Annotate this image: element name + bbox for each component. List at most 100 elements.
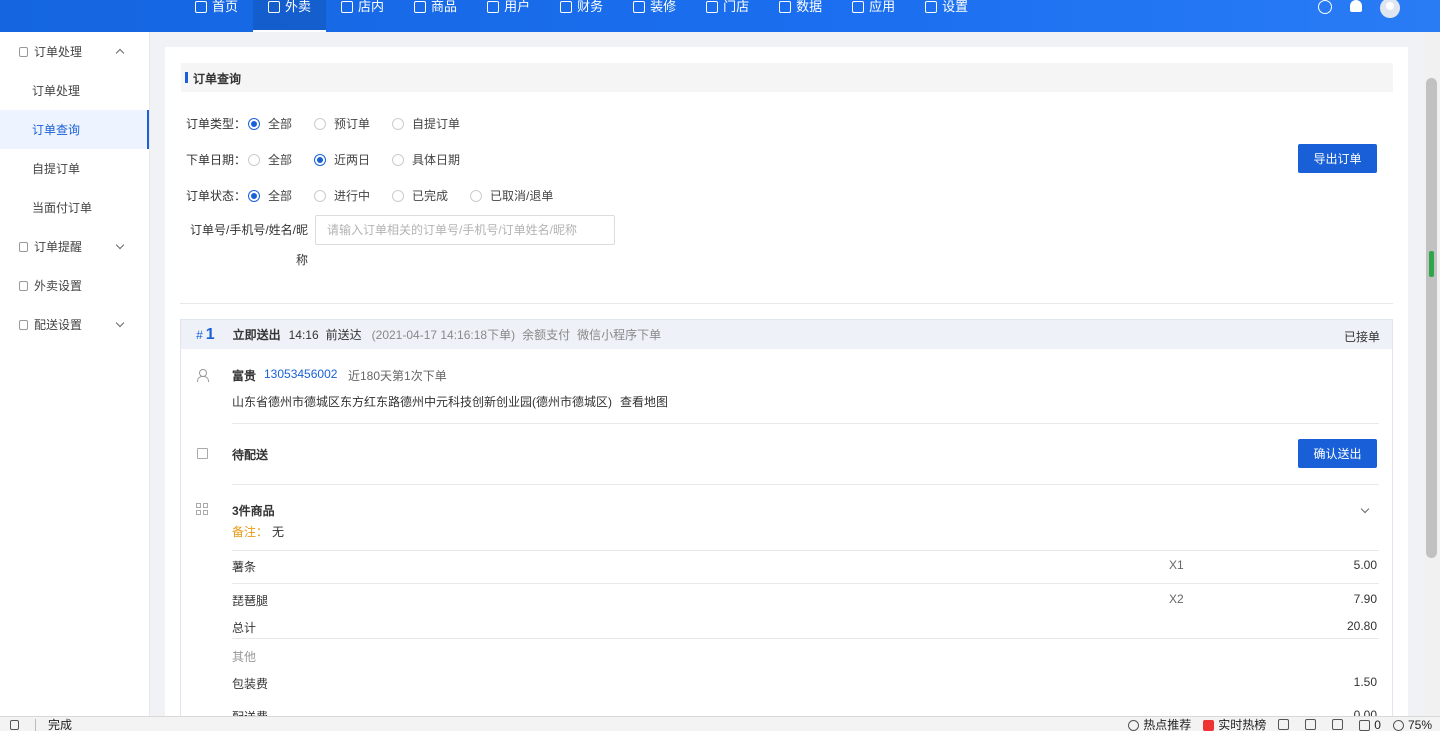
downloads[interactable]: 0 xyxy=(1359,718,1381,731)
nav-item-0[interactable]: 首页 xyxy=(180,0,253,32)
status-right: 热点推荐 实时热榜 0 75% xyxy=(1128,717,1432,731)
speaker-icon[interactable] xyxy=(1305,719,1317,730)
search-label-text: 订单号/手机号/姓名/昵称 xyxy=(189,223,308,267)
customer-phone[interactable]: 13053456002 xyxy=(264,367,337,381)
radio-status-completed[interactable]: 已完成 xyxy=(392,187,448,204)
nav-item-2[interactable]: 店内 xyxy=(326,0,399,32)
delivery-status: 待配送 xyxy=(232,448,269,462)
radio-label: 全部 xyxy=(268,189,293,203)
nav-item-label: 数据 xyxy=(796,0,823,14)
sidebar-group-order-processing[interactable]: 订单处理 xyxy=(0,32,149,71)
item-qty: X2 xyxy=(1169,592,1184,606)
nav-item-label: 门店 xyxy=(723,0,750,14)
nav-item-8[interactable]: 数据 xyxy=(764,0,837,32)
nav-item-label: 首页 xyxy=(212,0,239,14)
delivery-icon xyxy=(19,319,28,330)
nav-item-10[interactable]: 设置 xyxy=(910,0,983,32)
order-card-header: # 1 立即送出 14:16 前送达 (2021-04-17 14:16:18下… xyxy=(181,320,1392,349)
radio-checked[interactable] xyxy=(248,117,260,130)
screenshot-icon[interactable] xyxy=(1332,719,1344,730)
shop-icon xyxy=(706,1,719,13)
status-text: 完成 xyxy=(48,718,73,731)
radio-unchecked[interactable] xyxy=(248,153,260,166)
zoom-icon xyxy=(1392,719,1404,731)
nav-item-6[interactable]: 装修 xyxy=(618,0,691,32)
radio-label: 已取消/退单 xyxy=(490,189,554,203)
items-count-title: 3件商品 xyxy=(232,504,275,518)
radio-date-all[interactable]: 全部 xyxy=(248,151,292,168)
avatar[interactable] xyxy=(1380,0,1400,18)
filter-label: 下单日期： xyxy=(186,153,247,167)
scrollbar-thumb[interactable] xyxy=(1426,78,1437,558)
radio-unchecked[interactable] xyxy=(392,153,405,166)
sidebar-group-delivery-settings[interactable]: 配送设置 xyxy=(0,305,149,344)
radio-status-all[interactable]: 全部 xyxy=(248,187,292,204)
order-card: # 1 立即送出 14:16 前送达 (2021-04-17 14:16:18下… xyxy=(180,319,1393,731)
sidebar-item-pickup-orders[interactable]: 自提订单 xyxy=(0,149,149,188)
chevron-down-icon[interactable] xyxy=(1360,504,1370,514)
nav-item-7[interactable]: 门店 xyxy=(691,0,764,32)
sidebar-group-takeout-settings[interactable]: 外卖设置 xyxy=(0,266,149,305)
radio-unchecked[interactable] xyxy=(314,117,327,130)
nav-item-3[interactable]: 商品 xyxy=(399,0,472,32)
item-qty: X1 xyxy=(1169,558,1184,572)
gear-icon xyxy=(925,1,938,13)
sidebar-item-order-processing[interactable]: 订单处理 xyxy=(0,71,149,110)
scroll-position-marker xyxy=(1426,237,1437,291)
radio-type-pickup[interactable]: 自提订单 xyxy=(392,115,460,132)
packing-fee-label: 包装费 xyxy=(232,677,269,691)
page-title: 订单查询 xyxy=(193,72,242,86)
download-count: 0 xyxy=(1374,717,1381,731)
radio-label: 已完成 xyxy=(412,189,449,203)
radio-status-in-progress[interactable]: 进行中 xyxy=(314,187,370,204)
radio-type-all[interactable]: 全部 xyxy=(248,115,292,132)
main-panel: 订单查询 订单类型： 全部 预订单 自提订单 下单日期： 全部 近两日 具体日期… xyxy=(165,47,1408,731)
ranking-icon xyxy=(1203,720,1215,731)
person-icon xyxy=(197,369,209,382)
nav-item-9[interactable]: 应用 xyxy=(837,0,910,32)
zoom-control[interactable]: 75% xyxy=(1392,718,1432,731)
nav-item-4[interactable]: 用户 xyxy=(472,0,545,32)
sidebar-toggle-icon[interactable] xyxy=(10,719,19,730)
item-name: 薯条 xyxy=(232,560,257,574)
export-orders-button[interactable]: 导出订单 xyxy=(1298,144,1377,173)
radio-status-cancelled[interactable]: 已取消/退单 xyxy=(470,187,553,204)
sidebar-group-label: 外卖设置 xyxy=(34,279,83,293)
separator xyxy=(35,718,36,731)
search-input[interactable] xyxy=(315,215,615,245)
confirm-delivery-button[interactable]: 确认送出 xyxy=(1298,439,1377,468)
order-created-time: (2021-04-17 14:16:18下单) xyxy=(371,328,516,342)
filter-order-date: 下单日期： 全部 近两日 具体日期 xyxy=(186,151,482,168)
radio-unchecked[interactable] xyxy=(392,117,405,130)
sidebar-group-label: 配送设置 xyxy=(34,318,83,332)
radio-checked[interactable] xyxy=(248,189,260,202)
decorate-icon xyxy=(633,1,646,13)
nav-item-5[interactable]: 财务 xyxy=(545,0,618,32)
radio-unchecked[interactable] xyxy=(314,189,327,202)
sidebar-item-order-query[interactable]: 订单查询 xyxy=(0,110,149,149)
hot-recommend[interactable]: 热点推荐 xyxy=(1128,716,1191,731)
nav-item-1[interactable]: 外卖 xyxy=(253,0,327,32)
radio-label: 全部 xyxy=(268,153,293,167)
chart-icon xyxy=(779,1,792,13)
shield-icon[interactable] xyxy=(1278,719,1290,730)
radio-unchecked[interactable] xyxy=(392,189,405,202)
chevron-up-icon xyxy=(115,48,125,58)
radio-type-preorder[interactable]: 预订单 xyxy=(314,115,370,132)
item-name: 琵琶腿 xyxy=(232,594,269,608)
nav-item-label: 商品 xyxy=(431,0,458,14)
view-map-link[interactable]: 查看地图 xyxy=(620,393,668,410)
order-hash: # xyxy=(196,327,203,342)
radio-date-two-days[interactable]: 近两日 xyxy=(314,151,370,168)
radio-unchecked[interactable] xyxy=(470,189,483,202)
radio-date-specific[interactable]: 具体日期 xyxy=(392,151,460,168)
section-accent-bar xyxy=(185,72,188,83)
sidebar-group-order-reminder[interactable]: 订单提醒 xyxy=(0,227,149,266)
realtime-ranking[interactable]: 实时热榜 xyxy=(1203,716,1266,731)
sidebar-item-face-pay-orders[interactable]: 当面付订单 xyxy=(0,188,149,227)
filter-label: 订单状态： xyxy=(186,189,247,203)
search-icon[interactable] xyxy=(1318,0,1332,14)
bell-icon[interactable] xyxy=(1350,0,1362,12)
page-scrollbar[interactable] xyxy=(1423,32,1440,716)
radio-checked[interactable] xyxy=(314,153,327,166)
